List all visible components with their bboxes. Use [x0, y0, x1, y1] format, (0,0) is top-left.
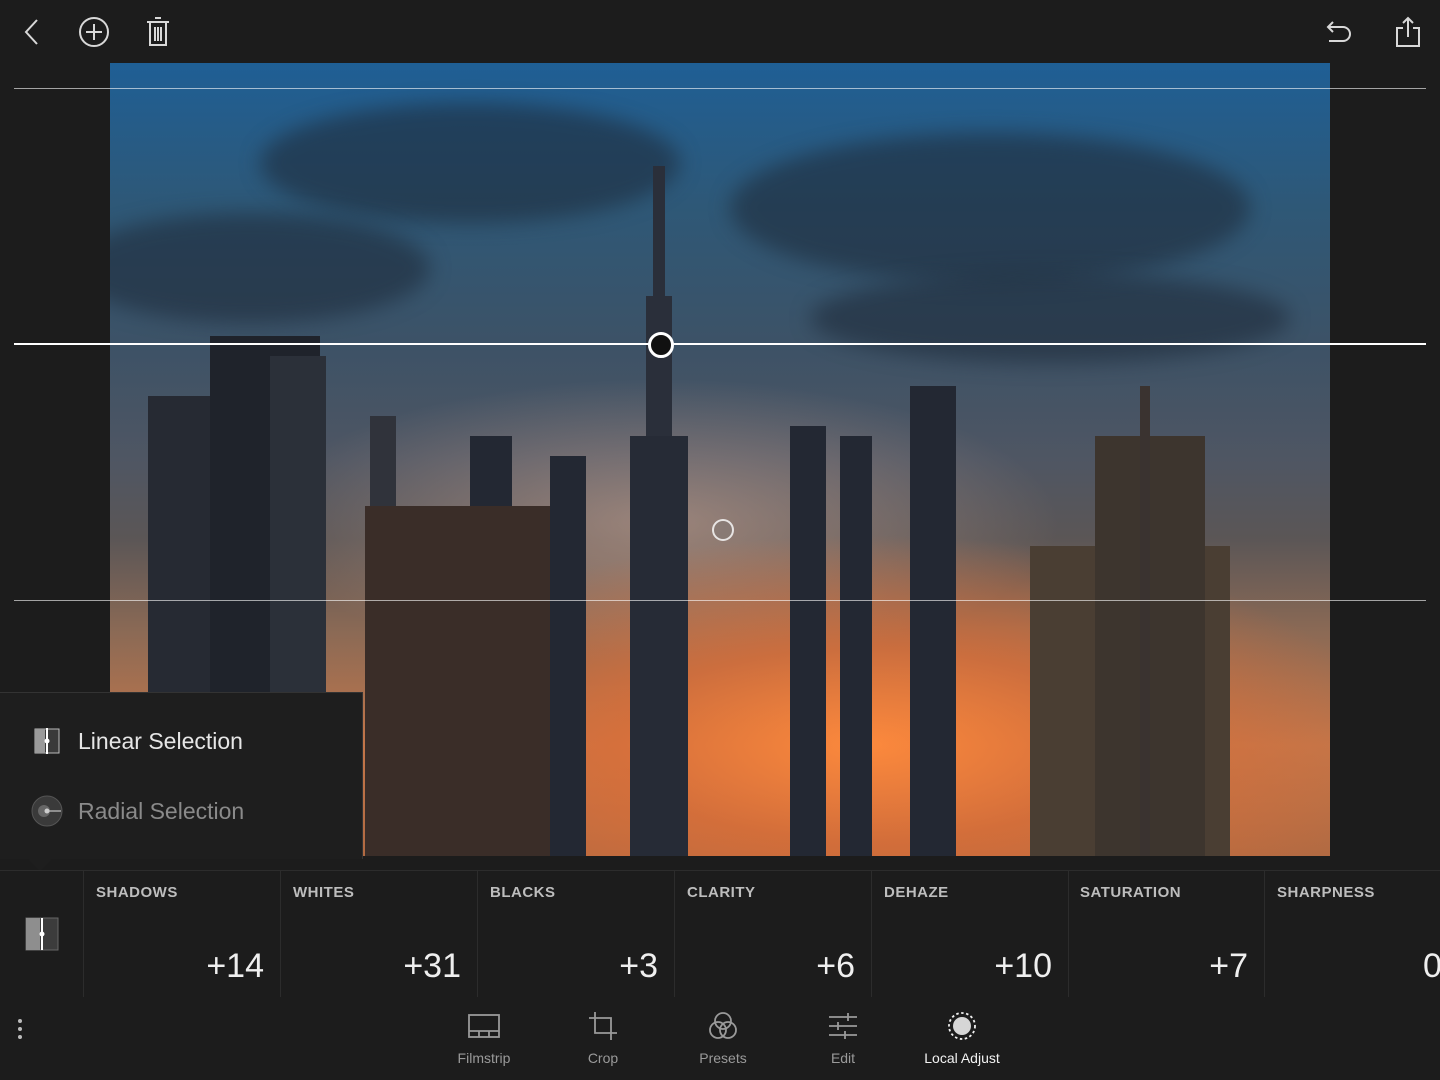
share-icon[interactable]	[1388, 12, 1428, 52]
toolbar-label: Edit	[830, 1050, 856, 1066]
building	[840, 436, 872, 856]
tower-base	[630, 436, 688, 856]
adjustment-name: CLARITY	[687, 884, 756, 901]
toolbar-filmstrip[interactable]: Filmstrip	[429, 1011, 539, 1077]
building-right-spire	[1140, 386, 1150, 856]
toolbar-edit[interactable]: Edit	[788, 1011, 898, 1077]
adjustment-value: +31	[403, 947, 461, 985]
adjustment-value: 0	[1423, 947, 1440, 985]
menu-pointer	[28, 848, 52, 872]
toolbar-label: Local Adjust	[924, 1050, 1000, 1066]
edit-sliders-icon	[829, 1013, 857, 1039]
adjustment-name: WHITES	[293, 884, 355, 901]
adjustment-whites[interactable]: WHITES +31	[281, 871, 478, 997]
toolbar-label: Filmstrip	[457, 1050, 511, 1066]
cloud	[260, 103, 680, 223]
cloud	[810, 273, 1290, 363]
adjustment-value: +6	[816, 947, 855, 985]
adjustment-value: +14	[206, 947, 264, 985]
undo-icon[interactable]	[1318, 12, 1358, 52]
presets-icon	[709, 1012, 737, 1039]
more-options-icon[interactable]	[10, 1015, 30, 1045]
adjustment-value: +3	[619, 947, 658, 985]
adjustment-name: DEHAZE	[884, 884, 949, 901]
gradient-guide-top[interactable]	[14, 88, 1426, 89]
adjustment-clarity[interactable]: CLARITY +6	[675, 871, 872, 997]
toolbar-label: Presets	[699, 1050, 747, 1066]
toolbar-crop[interactable]: Crop	[548, 1011, 658, 1077]
filmstrip-icon	[468, 1014, 500, 1038]
building	[790, 426, 826, 856]
toolbar-presets[interactable]: Presets	[668, 1011, 778, 1077]
linear-selection-label: Linear Selection	[78, 727, 243, 754]
bottom-toolbar: Filmstrip Crop Presets Edit Local Adjust	[0, 997, 1440, 1080]
crop-icon	[589, 1012, 617, 1040]
add-icon[interactable]	[74, 12, 114, 52]
adjustment-name: SATURATION	[1080, 884, 1182, 901]
radial-selection-label: Radial Selection	[78, 797, 245, 824]
toolbar-local-adjust[interactable]: Local Adjust	[907, 1011, 1017, 1077]
local-adjust-icon	[948, 1012, 976, 1040]
building-pyramid	[365, 506, 550, 856]
building-right-top	[1095, 436, 1205, 856]
radial-selection-icon	[30, 794, 64, 828]
trash-icon[interactable]	[138, 12, 178, 52]
linear-mask-icon	[25, 917, 58, 951]
building	[550, 456, 586, 856]
back-icon[interactable]	[12, 12, 52, 52]
building	[910, 386, 956, 856]
adjustment-name: SHARPNESS	[1277, 884, 1375, 901]
linear-selection-option[interactable]: Linear Selection	[30, 721, 243, 761]
adjustment-value: +7	[1209, 947, 1248, 985]
adjustment-value: +10	[994, 947, 1052, 985]
selection-menu: Linear Selection Radial Selection	[0, 692, 363, 872]
adjustment-dehaze[interactable]: DEHAZE +10	[872, 871, 1069, 997]
gradient-pin[interactable]	[648, 332, 674, 358]
gradient-guide-bottom[interactable]	[14, 600, 1426, 601]
top-bar	[0, 0, 1440, 64]
adjustment-name: BLACKS	[490, 884, 556, 901]
mask-type-button[interactable]	[0, 871, 84, 997]
cloud	[730, 133, 1250, 283]
adjustment-saturation[interactable]: SATURATION +7	[1068, 871, 1265, 997]
adjustment-blacks[interactable]: BLACKS +3	[478, 871, 675, 997]
adjustment-shadows[interactable]: SHADOWS +14	[84, 871, 281, 997]
gradient-guide-center[interactable]	[14, 343, 1426, 345]
adjustment-pin[interactable]	[712, 519, 734, 541]
cloud	[110, 213, 430, 323]
adjustment-name: SHADOWS	[96, 884, 178, 901]
linear-selection-icon	[30, 724, 64, 758]
adjustment-strip: SHADOWS +14 WHITES +31 BLACKS +3 CLARITY…	[0, 870, 1440, 998]
radial-selection-option[interactable]: Radial Selection	[30, 791, 244, 831]
toolbar-label: Crop	[587, 1050, 619, 1066]
adjustment-sharpness[interactable]: SHARPNESS 0	[1265, 871, 1440, 997]
